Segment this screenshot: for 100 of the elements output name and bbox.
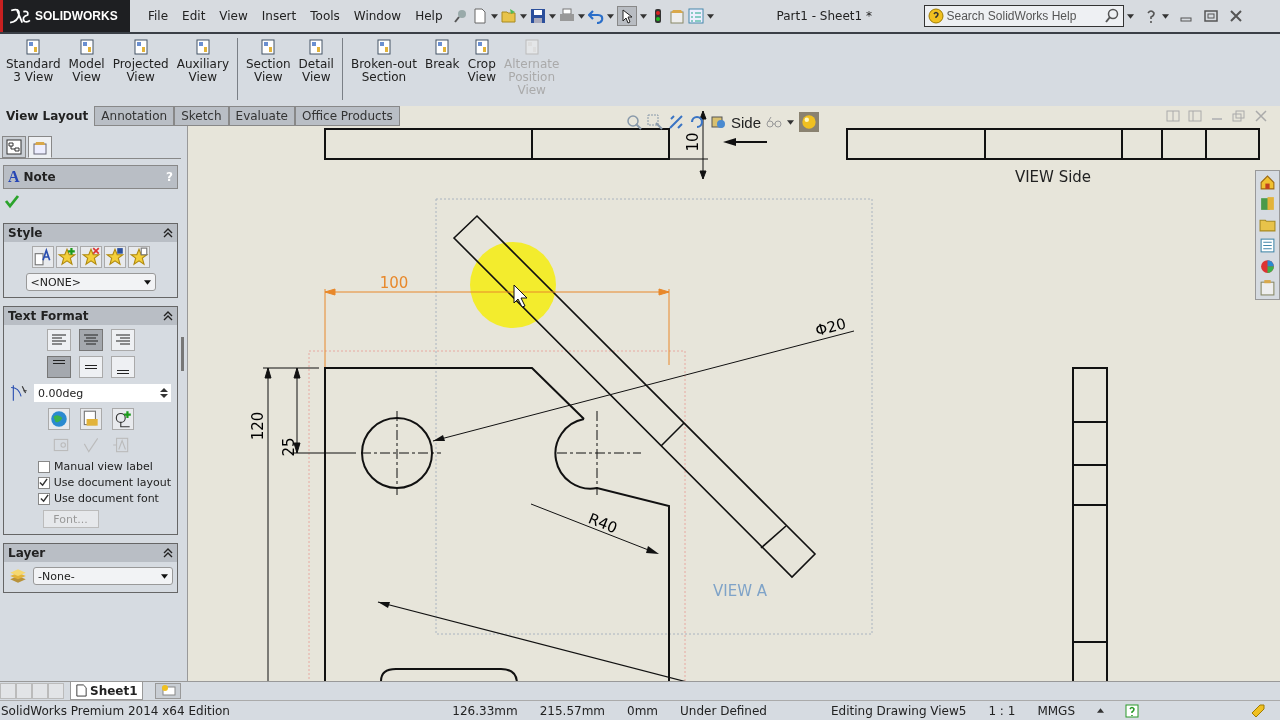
- align-center-button[interactable]: [78, 329, 103, 351]
- collapse-icon[interactable]: [163, 548, 173, 558]
- status-field: Editing Drawing View5: [831, 703, 967, 718]
- align-right-button[interactable]: [110, 329, 135, 351]
- menu-item[interactable]: Window: [346, 9, 409, 23]
- globe-icon[interactable]: [47, 408, 70, 430]
- checkmark-icon[interactable]: [4, 193, 20, 209]
- view-palette-icon[interactable]: [1259, 237, 1276, 254]
- caret-icon[interactable]: [706, 13, 714, 19]
- add-sheet-button[interactable]: [154, 683, 181, 699]
- checkbox-label: Use document font: [54, 492, 159, 505]
- caret-icon[interactable]: [519, 13, 527, 19]
- sheet-icon: [75, 684, 88, 697]
- caret-icon[interactable]: [787, 119, 795, 125]
- sheet-tab[interactable]: Sheet1: [70, 682, 143, 700]
- clipboard-icon[interactable]: [668, 8, 685, 24]
- pin-icon[interactable]: [452, 8, 469, 24]
- menu-item[interactable]: Help: [408, 9, 450, 23]
- zoom-area-icon[interactable]: [647, 114, 663, 130]
- checklist-icon[interactable]: [687, 8, 704, 24]
- feature-tree-tab[interactable]: [2, 136, 26, 158]
- star-icon[interactable]: [79, 246, 102, 268]
- search-icon[interactable]: [1103, 8, 1120, 24]
- ribbon-button[interactable]: Section View: [242, 38, 295, 84]
- star-icon[interactable]: [127, 246, 150, 268]
- add-sheet-icon: [159, 684, 176, 696]
- align-middle-button[interactable]: [78, 356, 103, 378]
- property-tab[interactable]: [28, 136, 52, 158]
- appearance-icon[interactable]: [1259, 258, 1276, 275]
- menu-item[interactable]: Insert: [254, 9, 304, 23]
- status-field: MMGS: [1037, 703, 1075, 718]
- star-icon[interactable]: [103, 246, 126, 268]
- save-icon[interactable]: [529, 8, 546, 24]
- status-field: 126.33mm: [452, 703, 518, 718]
- collapse-icon[interactable]: [163, 228, 173, 238]
- ribbon-button[interactable]: Projected View: [108, 38, 173, 84]
- align-top-button[interactable]: [46, 356, 71, 378]
- collapse-icon[interactable]: [163, 311, 173, 321]
- command-tab[interactable]: Evaluate: [228, 106, 295, 126]
- caret-icon[interactable]: [548, 13, 556, 19]
- library-icon[interactable]: [1259, 195, 1276, 212]
- rotate-icon[interactable]: [689, 114, 705, 130]
- panel-title: Note: [23, 170, 57, 184]
- checkbox[interactable]: [38, 460, 50, 473]
- clipboard-icon[interactable]: [1259, 279, 1276, 296]
- align-left-button[interactable]: [46, 329, 71, 351]
- caret-icon[interactable]: [490, 13, 498, 19]
- ribbon-button[interactable]: Broken-out Section: [346, 38, 421, 84]
- ribbon-button[interactable]: Crop View: [463, 38, 500, 84]
- checkbox[interactable]: [38, 476, 50, 489]
- spinner-arrows-icon[interactable]: [160, 387, 168, 399]
- ribbon-button[interactable]: Standard 3 View: [2, 38, 65, 84]
- view-arrow: [723, 138, 768, 146]
- align-bottom-button[interactable]: [110, 356, 135, 378]
- ribbon-button[interactable]: Detail View: [294, 38, 338, 84]
- style-from-note-icon[interactable]: [31, 246, 54, 268]
- command-tab[interactable]: Sketch: [174, 106, 229, 126]
- dimension-text: 10: [684, 132, 702, 152]
- ribbon-button[interactable]: Model View: [64, 38, 109, 84]
- tag-icon[interactable]: [1250, 702, 1266, 719]
- add-balloon-icon[interactable]: [111, 408, 134, 430]
- star-icon[interactable]: [55, 246, 78, 268]
- caret-icon[interactable]: [1161, 13, 1169, 19]
- caret-icon[interactable]: [1097, 708, 1104, 713]
- drawing-view-icon: [433, 38, 452, 56]
- dimension-text: 120: [249, 411, 267, 441]
- collapse-handle[interactable]: [181, 336, 184, 371]
- menu-item[interactable]: Tools: [303, 9, 347, 23]
- vertical-align-icon: [116, 370, 129, 374]
- caret-icon[interactable]: [639, 13, 647, 19]
- pan-icon[interactable]: [668, 114, 684, 130]
- command-tab[interactable]: Office Products: [295, 106, 400, 126]
- style-dropdown[interactable]: <NONE>: [25, 273, 156, 291]
- select-cursor-icon[interactable]: [616, 6, 637, 26]
- caret-icon[interactable]: [577, 13, 585, 19]
- close-icon[interactable]: [1227, 8, 1244, 24]
- ribbon-button[interactable]: Auxiliary View: [172, 38, 233, 84]
- command-tab[interactable]: Annotation: [94, 106, 175, 126]
- logo-icon: [9, 7, 31, 25]
- drawing-view-icon: [522, 38, 541, 56]
- help-icon[interactable]: [1124, 702, 1140, 719]
- display-style-icon[interactable]: [710, 114, 726, 130]
- menu-item[interactable]: File: [141, 9, 176, 23]
- menu-item[interactable]: Edit: [175, 9, 213, 23]
- document-link-icon[interactable]: [79, 408, 102, 430]
- drawing-view-icon: [77, 38, 96, 56]
- checkbox[interactable]: [38, 492, 50, 505]
- angle-field[interactable]: 0.00deg: [34, 384, 171, 402]
- maximize-icon[interactable]: [1202, 8, 1219, 24]
- tree-icon: [6, 139, 22, 155]
- ribbon-button[interactable]: Break: [420, 38, 464, 71]
- zoom-icon[interactable]: [626, 114, 642, 130]
- menu-item[interactable]: View: [212, 9, 255, 23]
- view-orientation-label[interactable]: Side: [731, 113, 762, 131]
- caret-icon[interactable]: [606, 13, 614, 19]
- caret-icon[interactable]: [1126, 13, 1134, 19]
- search-field[interactable]: Search SolidWorks Help: [923, 5, 1124, 27]
- home-icon[interactable]: [1259, 174, 1276, 191]
- layer-dropdown[interactable]: -None-: [33, 567, 173, 585]
- undo-icon[interactable]: [587, 8, 604, 24]
